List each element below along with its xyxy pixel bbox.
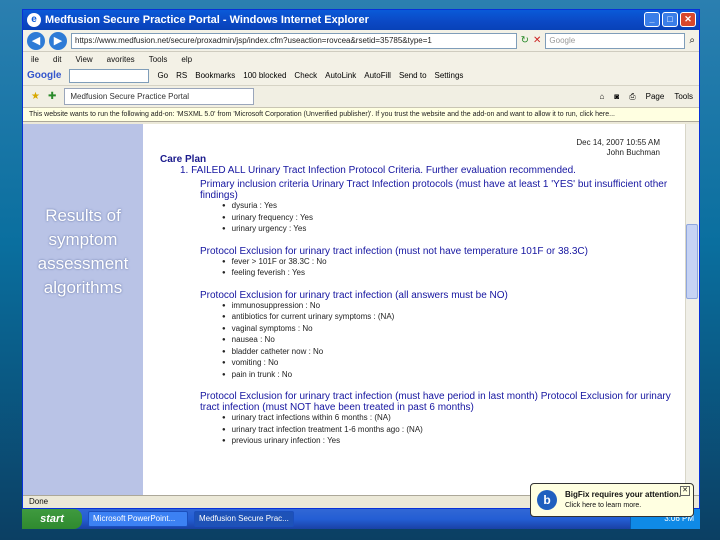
- menu-tools[interactable]: Tools: [149, 55, 168, 64]
- tab-medfusion[interactable]: Medfusion Secure Practice Portal: [64, 88, 255, 105]
- menu-edit[interactable]: dit: [53, 55, 61, 64]
- list-item: antibiotics for current urinary symptoms…: [222, 312, 680, 324]
- menu-help[interactable]: elp: [181, 55, 192, 64]
- send-to-button[interactable]: Send to: [399, 71, 427, 80]
- section-items: fever > 101F or 38.3C : No feeling fever…: [222, 257, 680, 280]
- page-menu[interactable]: Page: [646, 92, 665, 102]
- close-icon[interactable]: ✕: [680, 486, 690, 496]
- ie-logo-icon: e: [27, 13, 41, 27]
- list-item: vomiting : No: [222, 358, 680, 370]
- home-icon[interactable]: ⌂: [600, 92, 605, 102]
- google-settings-button[interactable]: Settings: [435, 71, 464, 80]
- section-title: Protocol Exclusion for urinary tract inf…: [200, 245, 588, 257]
- address-bar-row: ◀ ▶ https://www.medfusion.net/secure/pro…: [23, 30, 699, 52]
- care-plan-content: Dec 14, 2007 10:55 AM John Buchman Care …: [160, 138, 680, 448]
- google-go-button[interactable]: Go: [157, 71, 168, 80]
- google-rss-button[interactable]: RS: [176, 71, 187, 80]
- bigfix-icon: b: [537, 490, 557, 510]
- scrollbar-thumb[interactable]: [686, 224, 698, 299]
- caption-line: assessment: [37, 254, 129, 273]
- close-button[interactable]: ✕: [680, 12, 696, 27]
- section-title: Protocol Exclusion for urinary tract inf…: [200, 391, 671, 413]
- google-logo: Google: [27, 70, 62, 81]
- menu-view[interactable]: View: [75, 55, 92, 64]
- title-bar: e Medfusion Secure Practice Portal - Win…: [23, 10, 699, 30]
- section-items: urinary tract infections within 6 months…: [222, 413, 680, 448]
- google-toolbar: Google Go RS Bookmarks 100 blocked Check…: [23, 66, 699, 86]
- list-item: fever > 101F or 38.3C : No: [222, 257, 680, 269]
- timestamp-user: John Buchman: [606, 148, 660, 157]
- section-items: dysuria : Yes urinary frequency : Yes ur…: [222, 201, 680, 236]
- google-bookmarks-button[interactable]: Bookmarks: [195, 71, 235, 80]
- caption-line: algorithms: [43, 278, 123, 297]
- list-item: previous urinary infection : Yes: [222, 436, 680, 448]
- print-icon[interactable]: ⎙: [629, 92, 635, 102]
- search-icon[interactable]: ⌕: [689, 35, 695, 46]
- google-search-input[interactable]: [69, 68, 150, 83]
- information-bar[interactable]: This website wants to run the following …: [23, 108, 699, 122]
- list-item: pain in trunk : No: [222, 370, 680, 382]
- section-items: immunosuppression : No antibiotics for c…: [222, 301, 680, 382]
- vertical-scrollbar[interactable]: [685, 124, 699, 497]
- section-title: Primary inclusion criteria Urinary Tract…: [200, 179, 668, 201]
- list-item: feeling feverish : Yes: [222, 268, 680, 280]
- refresh-icon[interactable]: ↻: [521, 35, 529, 46]
- maximize-button[interactable]: □: [662, 12, 678, 27]
- menu-bar: ile dit View avorites Tools elp: [23, 52, 699, 66]
- list-item: urinary frequency : Yes: [222, 213, 680, 225]
- list-item: nausea : No: [222, 335, 680, 347]
- tab-bar: ★ ✚ Medfusion Secure Practice Portal ⌂ ◙…: [23, 86, 699, 108]
- autolink-button[interactable]: AutoLink: [325, 71, 356, 80]
- caption-line: Results of: [45, 206, 121, 225]
- bigfix-notification[interactable]: b BigFix requires your attention. Click …: [530, 483, 694, 517]
- favorites-star-icon[interactable]: ★: [31, 91, 40, 102]
- page-viewport: Results of symptom assessment algorithms…: [23, 124, 699, 497]
- spell-check-button[interactable]: Check: [294, 71, 317, 80]
- start-button[interactable]: start: [22, 509, 82, 529]
- list-item: vaginal symptoms : No: [222, 324, 680, 336]
- timestamp: Dec 14, 2007 10:55 AM John Buchman: [576, 138, 660, 158]
- minimize-button[interactable]: _: [644, 12, 660, 27]
- window-title: Medfusion Secure Practice Portal - Windo…: [45, 14, 369, 26]
- list-item: immunosuppression : No: [222, 301, 680, 313]
- tools-menu[interactable]: Tools: [674, 92, 693, 102]
- address-input[interactable]: https://www.medfusion.net/secure/proxadm…: [71, 32, 517, 49]
- taskbar-item-medfusion[interactable]: Medfusion Secure Prac...: [194, 511, 294, 527]
- care-plan-headline: 1. FAILED ALL Urinary Tract Infection Pr…: [180, 165, 576, 176]
- browser-window: e Medfusion Secure Practice Portal - Win…: [22, 9, 700, 509]
- list-item: urinary urgency : Yes: [222, 224, 680, 236]
- left-side-panel: Results of symptom assessment algorithms: [23, 124, 143, 497]
- back-button[interactable]: ◀: [27, 31, 45, 50]
- section-title: Protocol Exclusion for urinary tract inf…: [200, 289, 508, 301]
- forward-button[interactable]: ▶: [49, 31, 67, 50]
- list-item: dysuria : Yes: [222, 201, 680, 213]
- search-input[interactable]: Google: [545, 32, 686, 49]
- add-favorites-icon[interactable]: ✚: [48, 91, 56, 102]
- timestamp-date: Dec 14, 2007 10:55 AM: [576, 138, 660, 147]
- autofill-button[interactable]: AutoFill: [364, 71, 391, 80]
- overlay-caption: Results of symptom assessment algorithms: [23, 204, 143, 300]
- popup-blocked-button[interactable]: 100 blocked: [243, 71, 286, 80]
- list-item: urinary tract infections within 6 months…: [222, 413, 680, 425]
- taskbar-item-powerpoint[interactable]: Microsoft PowerPoint...: [88, 511, 188, 527]
- list-item: bladder catheter now : No: [222, 347, 680, 359]
- stop-icon[interactable]: ✕: [533, 35, 541, 46]
- notification-text[interactable]: Click here to learn more.: [565, 502, 641, 509]
- menu-file[interactable]: ile: [31, 55, 39, 64]
- list-item: urinary tract infection treatment 1-6 mo…: [222, 425, 680, 437]
- notification-title: BigFix requires your attention.: [565, 490, 682, 499]
- caption-line: symptom: [48, 230, 118, 249]
- menu-favorites[interactable]: avorites: [107, 55, 135, 64]
- feeds-icon[interactable]: ◙: [614, 92, 619, 102]
